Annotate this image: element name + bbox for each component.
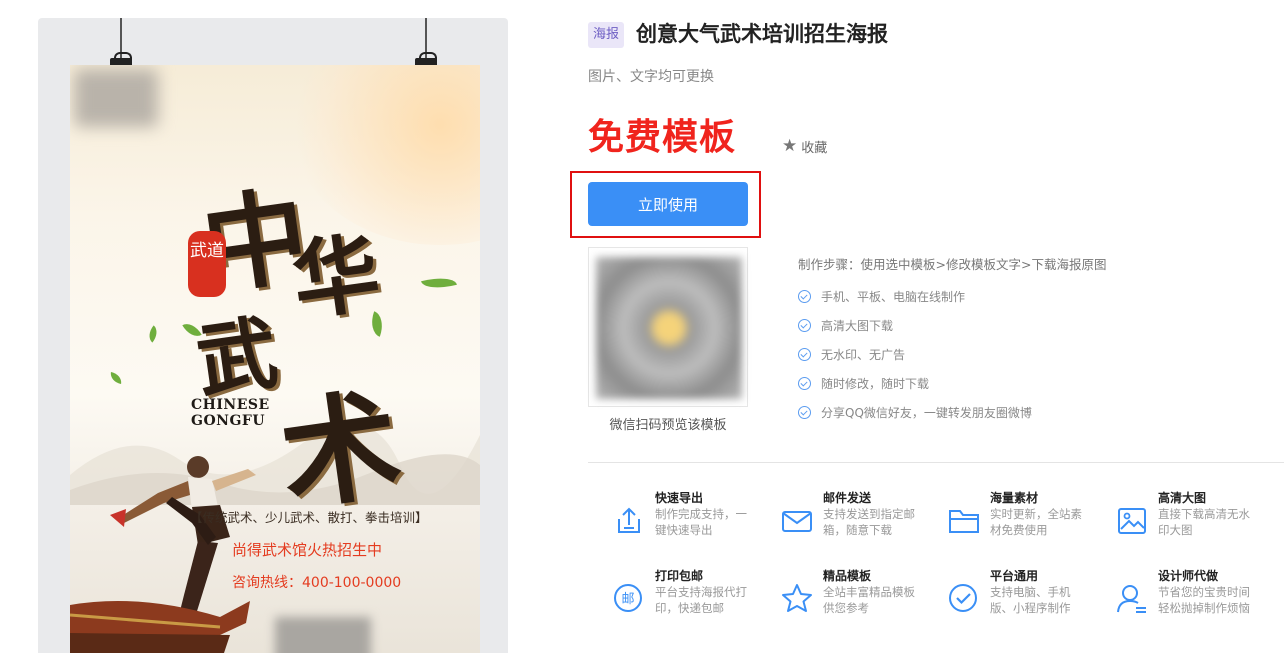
- mail-icon: [782, 511, 812, 532]
- poster-preview-panel: 中 华 武 术 武道 CHINESE GONGFU 【传统武术、少儿武术、散打、…: [38, 18, 508, 653]
- qr-caption: 微信扫码预览该模板: [609, 418, 727, 433]
- qr-code: [588, 247, 748, 407]
- feature-item: 手机、平板、电脑在线制作: [798, 282, 1032, 311]
- poster-leaf: [144, 325, 162, 343]
- poster-blurred-logo: [74, 69, 158, 127]
- favorite-label: 收藏: [801, 141, 828, 156]
- check-circle-icon: [949, 584, 977, 612]
- feature-item: 分享QQ微信好友，一键转发朋友圈微博: [798, 398, 1032, 427]
- check-circle-icon: [798, 290, 811, 303]
- poster-leaf: [421, 273, 457, 293]
- poster-image: 中 华 武 术 武道 CHINESE GONGFU 【传统武术、少儿武术、散打、…: [70, 65, 480, 653]
- favorite-button[interactable]: ★ 收藏: [782, 136, 828, 157]
- check-circle-icon: [798, 319, 811, 332]
- steps-title: 制作步骤：使用选中模板>修改模板文字>下载海报原图: [798, 257, 1107, 272]
- check-circle-icon: [798, 348, 811, 361]
- poster-red-seal: 武道: [188, 231, 226, 297]
- check-circle-icon: [798, 406, 811, 419]
- star-icon: [782, 584, 812, 612]
- category-badge: 海报: [588, 22, 625, 48]
- star-icon: ★: [782, 136, 798, 156]
- poster-headline: 尚得武术馆火热招生中: [232, 541, 383, 559]
- service-materials: 海量素材 实时更新，全站素材免费使用: [947, 489, 1107, 559]
- poster-calligraphy-char: 华: [286, 221, 386, 334]
- poster-hotline: 咨询热线：400-100-0000: [232, 575, 402, 591]
- qr-code-image: [596, 257, 742, 399]
- poster-calligraphy-char: 武: [190, 304, 283, 410]
- feature-item: 高清大图下载: [798, 311, 1032, 340]
- image-icon: [1118, 508, 1146, 534]
- use-now-button[interactable]: 立即使用: [588, 182, 748, 226]
- poster-subtitle: 【传统武术、少儿武术、散打、拳击培训】: [190, 510, 428, 525]
- free-template-label: 免费模板: [588, 117, 737, 158]
- page-subtitle: 图片、文字均可更换: [588, 69, 714, 85]
- designer-icon: [1117, 585, 1146, 613]
- divider: [588, 462, 1284, 463]
- service-print: 邮 打印包邮 平台支持海报代打印，快递包邮: [612, 567, 772, 637]
- check-circle-icon: [798, 377, 811, 390]
- folder-icon: [949, 510, 979, 533]
- page-title: 创意大气武术培训招生海报: [636, 22, 888, 46]
- svg-text:邮: 邮: [621, 592, 634, 607]
- export-icon: [618, 507, 640, 533]
- poster-english-title: CHINESE GONGFU: [191, 397, 270, 429]
- poster-calligraphy-char: 术: [272, 373, 409, 528]
- service-premium-templates: 精品模板 全站丰富精品模板供您参考: [780, 567, 940, 637]
- feature-item: 无水印、无广告: [798, 340, 1032, 369]
- feature-item: 随时修改，随时下载: [798, 369, 1032, 398]
- post-icon: 邮: [614, 584, 642, 612]
- feature-list: 手机、平板、电脑在线制作 高清大图下载 无水印、无广告 随时修改，随时下载 分享…: [798, 282, 1032, 427]
- service-designer: 设计师代做 节省您的宝贵时间轻松抛掉制作烦恼: [1115, 567, 1275, 637]
- poster-blurred-qr: [275, 617, 371, 653]
- service-quick-export: 快速导出 制作完成支持，一键快速导出: [612, 489, 772, 559]
- service-hd-image: 高清大图 直接下载高清无水印大图: [1115, 489, 1275, 559]
- service-email: 邮件发送 支持发送到指定邮箱，随意下载: [780, 489, 940, 559]
- service-cross-platform: 平台通用 支持电脑、手机版、小程序制作: [947, 567, 1107, 637]
